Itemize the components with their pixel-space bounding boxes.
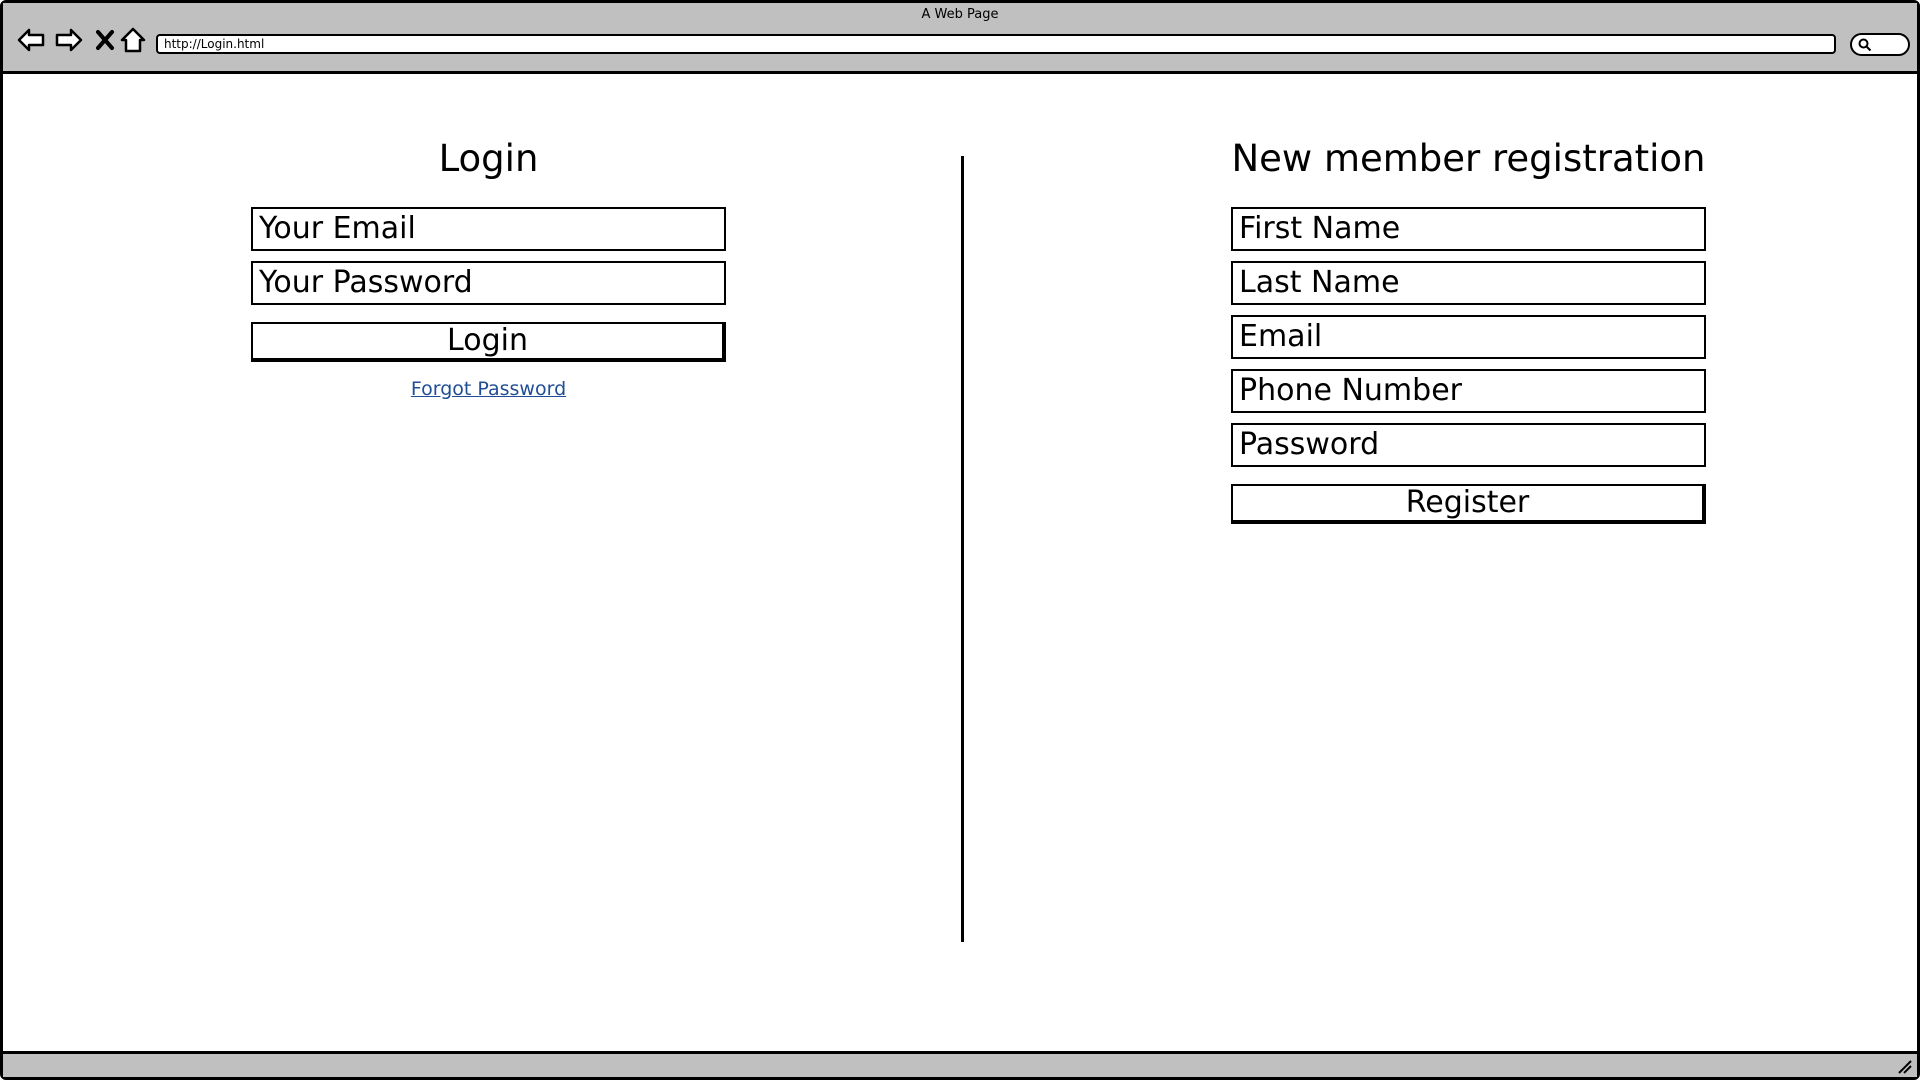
address-bar[interactable]: http://Login.html	[156, 34, 1836, 54]
browser-toolbar: A Web Page http://Login.html	[3, 3, 1917, 74]
last-name-field[interactable]: Last Name	[1231, 261, 1706, 305]
window-title: A Web Page	[921, 7, 999, 22]
forward-icon[interactable]	[53, 24, 85, 56]
login-button[interactable]: Login	[251, 322, 726, 362]
back-icon[interactable]	[15, 24, 47, 56]
browser-window: A Web Page http://Login.html Login Your …	[0, 0, 1920, 1080]
email-field[interactable]: Email	[1231, 315, 1706, 359]
login-email-field[interactable]: Your Email	[251, 207, 726, 251]
home-icon[interactable]	[117, 24, 149, 56]
section-divider	[961, 156, 964, 942]
resize-grip-icon[interactable]	[1895, 1057, 1913, 1075]
forgot-password-link[interactable]: Forgot Password	[251, 378, 726, 400]
status-bar	[3, 1051, 1917, 1077]
registration-title: New member registration	[1231, 137, 1706, 180]
password-field[interactable]: Password	[1231, 423, 1706, 467]
search-icon	[1858, 38, 1872, 52]
first-name-field[interactable]: First Name	[1231, 207, 1706, 251]
login-password-field[interactable]: Your Password	[251, 261, 726, 305]
browser-search-field[interactable]	[1850, 33, 1910, 56]
login-title: Login	[438, 137, 539, 180]
phone-number-field[interactable]: Phone Number	[1231, 369, 1706, 413]
register-button[interactable]: Register	[1231, 484, 1706, 524]
